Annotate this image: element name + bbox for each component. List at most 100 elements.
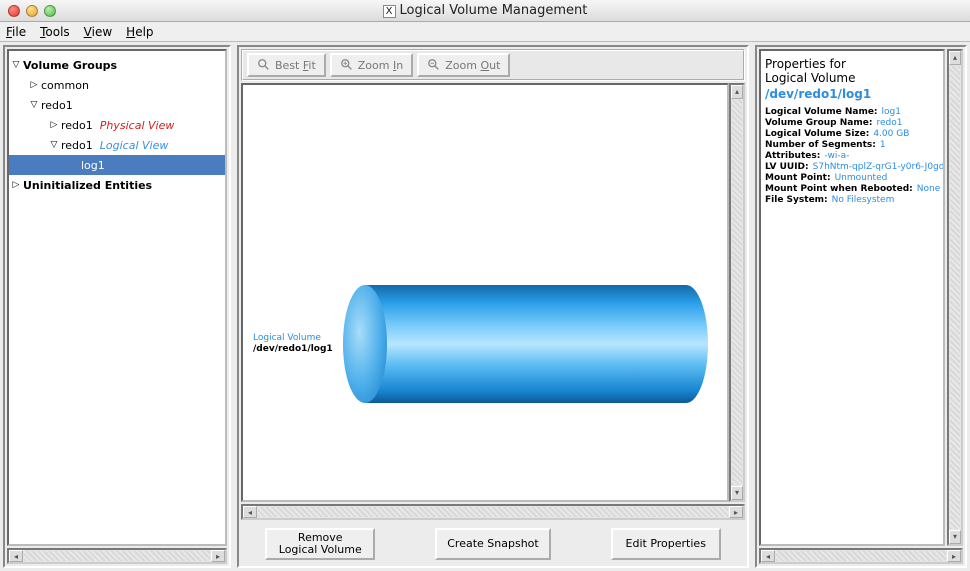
expand-icon[interactable]: ▽ (49, 140, 59, 150)
scroll-right-icon[interactable]: ▸ (729, 506, 743, 518)
menubar: File Tools View Help (0, 22, 970, 42)
props-value: Unmounted (835, 173, 888, 183)
canvas-vscrollbar[interactable]: ▴ ▾ (729, 83, 745, 502)
props-list: Logical Volume Name: log1Volume Group Nam… (765, 107, 939, 205)
menu-tools[interactable]: Tools (40, 25, 70, 39)
tree-item-common[interactable]: ▷ common (9, 75, 225, 95)
props-value: S7hNtm-qplZ-qrG1-y0r6-J0gd-VAQu-r (813, 162, 945, 172)
left-panel: ▽ Volume Groups ▷ common ▽ redo1 ▷ redo1… (3, 45, 231, 568)
main-area: ▽ Volume Groups ▷ common ▽ redo1 ▷ redo1… (0, 42, 970, 571)
window-titlebar: X Logical Volume Management (0, 0, 970, 22)
expand-icon[interactable]: ▷ (29, 80, 39, 90)
volume-canvas[interactable]: Logical Volume /dev/redo1/log1 (241, 83, 729, 502)
menu-view[interactable]: View (84, 25, 112, 39)
props-vscrollbar[interactable]: ▴ ▾ (947, 49, 963, 546)
tree-hscrollbar[interactable]: ◂ ▸ (7, 548, 227, 564)
tree-label: common (41, 79, 89, 92)
props-hscrollbar[interactable]: ◂ ▸ (759, 548, 963, 564)
tree-root-uninit[interactable]: ▷ Uninitialized Entities (9, 175, 225, 195)
window-title: X Logical Volume Management (0, 3, 970, 18)
action-buttons: Remove Logical Volume Create Snapshot Ed… (241, 524, 745, 564)
scroll-track[interactable] (258, 507, 728, 517)
x11-icon: X (383, 5, 396, 18)
menu-help[interactable]: Help (126, 25, 153, 39)
scroll-right-icon[interactable]: ▸ (947, 550, 961, 562)
tree-item-redo1[interactable]: ▽ redo1 (9, 95, 225, 115)
props-key: Logical Volume Size: (765, 129, 869, 139)
props-path: /dev/redo1/log1 (765, 87, 939, 101)
tree-label: redo1 (61, 139, 93, 152)
zoom-out-button[interactable]: Zoom Out (417, 53, 510, 77)
menu-file[interactable]: File (6, 25, 26, 39)
props-value: -wi-a- (824, 151, 849, 161)
magnify-minus-icon (427, 58, 441, 72)
props-key: Attributes: (765, 151, 820, 161)
scroll-up-icon[interactable]: ▴ (949, 51, 961, 65)
button-label: Zoom Out (445, 59, 500, 72)
center-panel: Best Fit Zoom In Zoom Out Logical Volume… (237, 45, 749, 568)
volume-tree[interactable]: ▽ Volume Groups ▷ common ▽ redo1 ▷ redo1… (7, 49, 227, 546)
props-row: File System: No Filesystem (765, 195, 939, 205)
props-row: Mount Point: Unmounted (765, 173, 939, 183)
properties-pane: Properties for Logical Volume /dev/redo1… (759, 49, 945, 546)
props-value: No Filesystem (832, 195, 895, 205)
props-value: log1 (882, 107, 901, 117)
props-row: LV UUID:S7hNtm-qplZ-qrG1-y0r6-J0gd-VAQu-… (765, 162, 939, 172)
props-heading-2: Logical Volume (765, 71, 939, 85)
expand-icon[interactable]: ▷ (49, 120, 59, 130)
tree-item-log1[interactable]: log1 (9, 155, 225, 175)
create-snapshot-button[interactable]: Create Snapshot (435, 528, 550, 560)
zoom-in-button[interactable]: Zoom In (330, 53, 413, 77)
props-heading-1: Properties for (765, 57, 939, 71)
expand-icon[interactable]: ▷ (11, 180, 21, 190)
props-key: Mount Point when Rebooted: (765, 184, 913, 194)
tree-label: redo1 (41, 99, 73, 112)
tree-root-volume-groups[interactable]: ▽ Volume Groups (9, 55, 225, 75)
props-value: redo1 (876, 118, 902, 128)
props-value: None (917, 184, 940, 194)
scroll-track[interactable] (24, 551, 210, 561)
canvas-label-path: /dev/redo1/log1 (253, 344, 333, 355)
props-row: Logical Volume Size:4.00 GB (765, 129, 939, 139)
canvas-hscrollbar[interactable]: ◂ ▸ (241, 504, 745, 520)
scroll-left-icon[interactable]: ◂ (761, 550, 775, 562)
magnify-plus-icon (340, 58, 354, 72)
expand-icon[interactable]: ▽ (11, 60, 21, 70)
props-key: Logical Volume Name: (765, 107, 878, 117)
canvas-label-type: Logical Volume (253, 333, 333, 344)
view-toolbar: Best Fit Zoom In Zoom Out (241, 49, 745, 81)
window-title-text: Logical Volume Management (400, 3, 588, 18)
best-fit-button[interactable]: Best Fit (247, 53, 326, 77)
tree-item-redo1-logical[interactable]: ▽ redo1 Logical View (9, 135, 225, 155)
tree-label: Volume Groups (23, 59, 117, 72)
scroll-down-icon[interactable]: ▾ (949, 530, 961, 544)
scroll-left-icon[interactable]: ◂ (9, 550, 23, 562)
remove-lv-button[interactable]: Remove Logical Volume (265, 528, 375, 560)
scroll-up-icon[interactable]: ▴ (731, 85, 743, 99)
props-row: Volume Group Name:redo1 (765, 118, 939, 128)
scroll-down-icon[interactable]: ▾ (731, 486, 743, 500)
cylinder-front (343, 285, 387, 403)
scroll-right-icon[interactable]: ▸ (211, 550, 225, 562)
volume-cylinder-icon[interactable] (343, 285, 708, 403)
props-row: Mount Point when Rebooted: None (765, 184, 939, 194)
props-key: Number of Segments: (765, 140, 876, 150)
tree-label: redo1 (61, 119, 93, 132)
magnify-fit-icon (257, 58, 271, 72)
scroll-track[interactable] (776, 551, 946, 561)
canvas-wrap: Logical Volume /dev/redo1/log1 ▴ ▾ (241, 83, 745, 502)
expand-icon[interactable]: ▽ (29, 100, 39, 110)
props-key: LV UUID: (765, 162, 809, 172)
tree-tag-logical: Logical View (100, 139, 169, 152)
props-value: 1 (880, 140, 886, 150)
props-row: Number of Segments: 1 (765, 140, 939, 150)
props-key: Mount Point: (765, 173, 831, 183)
tree-item-redo1-physical[interactable]: ▷ redo1 Physical View (9, 115, 225, 135)
tree-label: Uninitialized Entities (23, 179, 152, 192)
edit-properties-button[interactable]: Edit Properties (611, 528, 721, 560)
props-key: File System: (765, 195, 828, 205)
props-row: Attributes: -wi-a- (765, 151, 939, 161)
scroll-left-icon[interactable]: ◂ (243, 506, 257, 518)
scroll-track[interactable] (732, 100, 742, 485)
scroll-track[interactable] (950, 66, 960, 529)
